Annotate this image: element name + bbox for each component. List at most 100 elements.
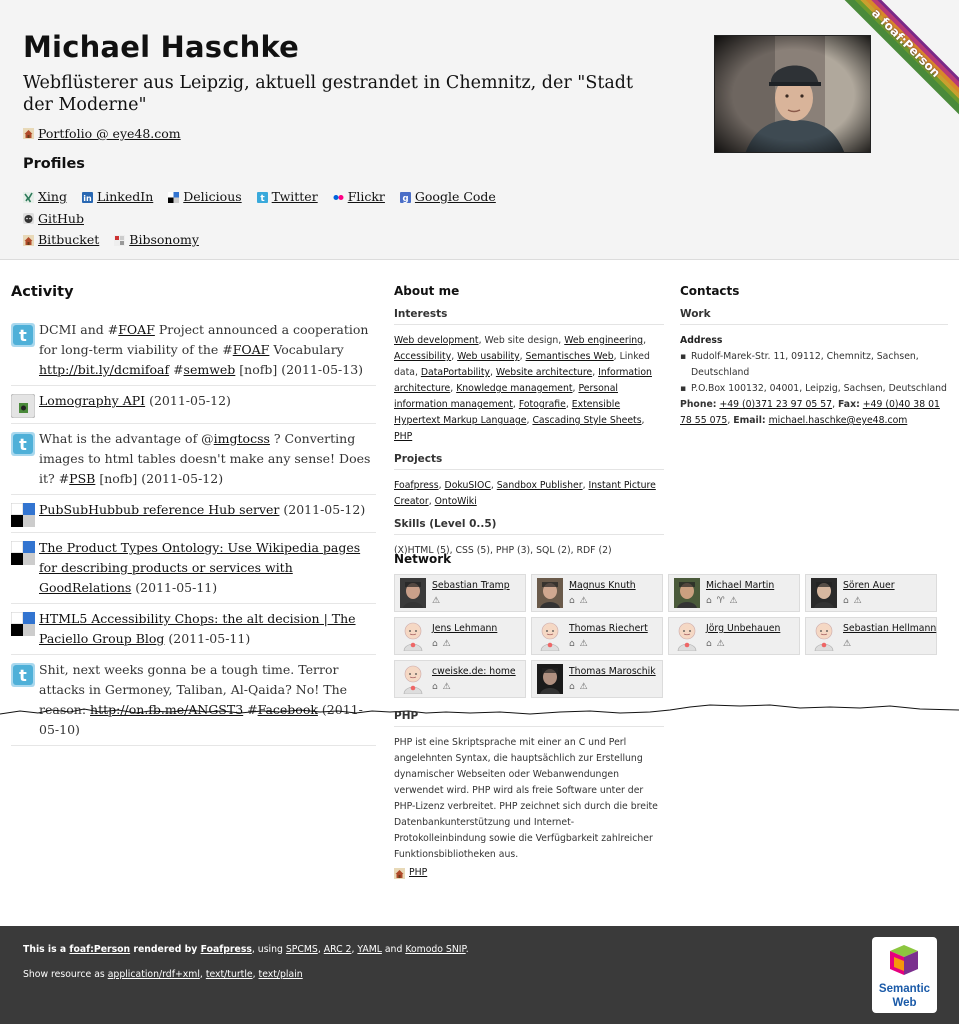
person-link-icons[interactable]: ⚠ xyxy=(432,596,441,606)
portfolio-link[interactable]: Portfolio @ eye48.com xyxy=(38,126,181,141)
komodo-snip-link[interactable]: Komodo SNIP xyxy=(405,944,465,955)
profile-link-github[interactable]: GitHub xyxy=(23,209,84,229)
interest-link[interactable]: Cascading Style Sheets xyxy=(532,415,641,426)
profile-link-label[interactable]: Google Code xyxy=(415,187,496,207)
interest-link[interactable]: Web usability xyxy=(457,351,519,362)
person-name-link[interactable]: Sebastian Hellmann xyxy=(843,623,936,634)
network-person[interactable]: Sebastian Tramp ⚠ xyxy=(394,574,526,612)
interest-link[interactable]: Accessibility xyxy=(394,351,451,362)
foafpress-link[interactable]: Foafpress xyxy=(201,944,252,955)
interest-link[interactable]: Semantisches Web xyxy=(526,351,614,362)
profile-link-google-code[interactable]: g Google Code xyxy=(399,187,496,207)
profile-link-xing[interactable]: Xing xyxy=(23,187,67,207)
project-link[interactable]: OntoWiki xyxy=(435,496,477,507)
person-name-link[interactable]: Magnus Knuth xyxy=(569,580,636,591)
interest-link[interactable]: Knowledge management xyxy=(456,383,572,394)
default-avatar-icon xyxy=(400,664,426,695)
profile-link-bibsonomy[interactable]: Bibsonomy xyxy=(114,230,199,250)
person-link-icons[interactable]: ⌂ ⚠ xyxy=(432,682,452,692)
network-person[interactable]: Sebastian Hellmann ⚠ xyxy=(805,617,937,655)
interest-link[interactable]: Fotografie xyxy=(519,399,566,410)
network-person[interactable]: Jörg Unbehauen ⌂ ⚠ xyxy=(668,617,800,655)
hashtag-link[interactable]: FOAF xyxy=(118,322,155,337)
arc2-link[interactable]: ARC 2 xyxy=(324,944,352,955)
activity-text: DCMI and #FOAF Project announced a coope… xyxy=(39,322,369,377)
person-link-icons[interactable]: ⌂ ⚠ xyxy=(569,682,589,692)
person-name-link[interactable]: Jörg Unbehauen xyxy=(706,623,780,634)
person-link-icons[interactable]: ⌂ ⚠ xyxy=(569,639,589,649)
activity-link[interactable]: Lomography API xyxy=(39,393,145,408)
project-link[interactable]: Foafpress xyxy=(394,480,439,491)
profile-link-twitter[interactable]: t Twitter xyxy=(256,187,318,207)
person-name-link[interactable]: Sebastian Tramp xyxy=(432,580,510,591)
hashtag-link[interactable]: PSB xyxy=(69,471,95,486)
activity-text: What is the advantage of @imgtocss ? Con… xyxy=(39,431,371,486)
interest-link[interactable]: Web development xyxy=(394,335,479,346)
profile-link-label[interactable]: GitHub xyxy=(38,209,84,229)
person-link-icons[interactable]: ⌂ ⚠ xyxy=(843,596,863,606)
network-grid: Sebastian Tramp ⚠ Magnus Knuth ⌂ ⚠ Michael M… xyxy=(394,574,939,698)
person-link-icons[interactable]: ⌂ ⚠ xyxy=(432,639,452,649)
yaml-link[interactable]: YAML xyxy=(357,944,382,955)
svg-text:t: t xyxy=(19,435,27,454)
person-link-icons[interactable]: ⚠ xyxy=(843,639,852,649)
project-link[interactable]: DokuSIOC xyxy=(445,480,491,491)
activity-link[interactable]: PubSubHubbub reference Hub server xyxy=(39,502,279,517)
phone-link[interactable]: +49 (0)371 23 97 05 57 xyxy=(719,399,832,410)
profile-link-delicious[interactable]: Delicious xyxy=(168,187,242,207)
hashtag-link[interactable]: FOAF xyxy=(233,342,270,357)
mention-link[interactable]: imgtocss xyxy=(214,431,270,446)
foaf-person-link[interactable]: foaf:Person xyxy=(69,944,130,955)
person-link-icons[interactable]: ⌂ ⚠ xyxy=(706,639,726,649)
network-person[interactable]: Thomas Maroschik ⌂ ⚠ xyxy=(531,660,663,698)
person-name-link[interactable]: Sören Auer xyxy=(843,580,895,591)
foaf-person-ribbon[interactable]: a foaf:Person xyxy=(829,0,959,130)
php-link[interactable]: PHP xyxy=(409,865,427,881)
profile-link-label[interactable]: LinkedIn xyxy=(97,187,153,207)
profile-link-bitbucket[interactable]: Bitbucket xyxy=(23,230,99,250)
interest-link[interactable]: PHP xyxy=(394,431,412,442)
profile-link-label[interactable]: Flickr xyxy=(348,187,385,207)
activity-link[interactable]: The Product Types Ontology: Use Wikipedi… xyxy=(39,540,360,595)
email-link[interactable]: michael.haschke@eye48.com xyxy=(769,415,908,426)
person-name-link[interactable]: Jens Lehmann xyxy=(432,623,497,634)
semantic-web-badge[interactable]: Semantic Web xyxy=(872,937,937,1013)
twitter-icon: t xyxy=(11,432,35,456)
activity-url-link[interactable]: http://bit.ly/dcmifoaf xyxy=(39,362,169,377)
interest-link[interactable]: Web engineering xyxy=(564,335,643,346)
network-person[interactable]: Jens Lehmann ⌂ ⚠ xyxy=(394,617,526,655)
person-name-link[interactable]: cweiske.de: home xyxy=(432,666,516,677)
format-turtle-link[interactable]: text/turtle xyxy=(206,969,253,980)
person-name-link[interactable]: Thomas Maroschik xyxy=(569,666,656,677)
format-rdfxml-link[interactable]: application/rdf+xml xyxy=(108,969,200,980)
person-link-icons[interactable]: ⌂ ♈ ⚠ xyxy=(706,596,739,606)
network-person[interactable]: Thomas Riechert ⌂ ⚠ xyxy=(531,617,663,655)
network-person[interactable]: Michael Martin ⌂ ♈ ⚠ xyxy=(668,574,800,612)
php-description: PHP ist eine Skriptsprache mit einer an … xyxy=(394,737,658,860)
project-link[interactable]: Sandbox Publisher xyxy=(497,480,583,491)
profile-link-label[interactable]: Twitter xyxy=(272,187,318,207)
activity-item: t DCMI and #FOAF Project announced a coop… xyxy=(11,315,376,386)
format-plain-link[interactable]: text/plain xyxy=(259,969,303,980)
profile-link-label[interactable]: Bibsonomy xyxy=(129,230,199,250)
profile-link-flickr[interactable]: Flickr xyxy=(333,187,385,207)
person-name-link[interactable]: Thomas Riechert xyxy=(569,623,648,634)
profile-link-linkedin[interactable]: in LinkedIn xyxy=(81,187,153,207)
network-person[interactable]: Magnus Knuth ⌂ ⚠ xyxy=(531,574,663,612)
network-person[interactable]: Sören Auer ⌂ ⚠ xyxy=(805,574,937,612)
address-heading: Address xyxy=(680,335,723,346)
person-link-icons[interactable]: ⌂ ⚠ xyxy=(569,596,589,606)
profile-link-label[interactable]: Delicious xyxy=(183,187,241,207)
address-item: ▪ P.O.Box 100132, 04001, Leipzig, Sachsen… xyxy=(680,381,948,397)
profile-link-label[interactable]: Bitbucket xyxy=(38,230,99,250)
activity-link[interactable]: HTML5 Accessibility Chops: the alt decis… xyxy=(39,611,356,646)
spcms-link[interactable]: SPCMS xyxy=(286,944,318,955)
interest-link[interactable]: Website architecture xyxy=(496,367,592,378)
profile-link-label[interactable]: Xing xyxy=(38,187,67,207)
person-name-link[interactable]: Michael Martin xyxy=(706,580,774,591)
interest-link[interactable]: DataPortability xyxy=(421,367,490,378)
badge-label-line1: Semantic xyxy=(879,983,931,995)
network-person[interactable]: cweiske.de: home ⌂ ⚠ xyxy=(394,660,526,698)
hashtag-link[interactable]: semweb xyxy=(184,362,236,377)
contacts-section: Contacts Work Address ▪ Rudolf-Marek-Str.… xyxy=(680,284,948,429)
